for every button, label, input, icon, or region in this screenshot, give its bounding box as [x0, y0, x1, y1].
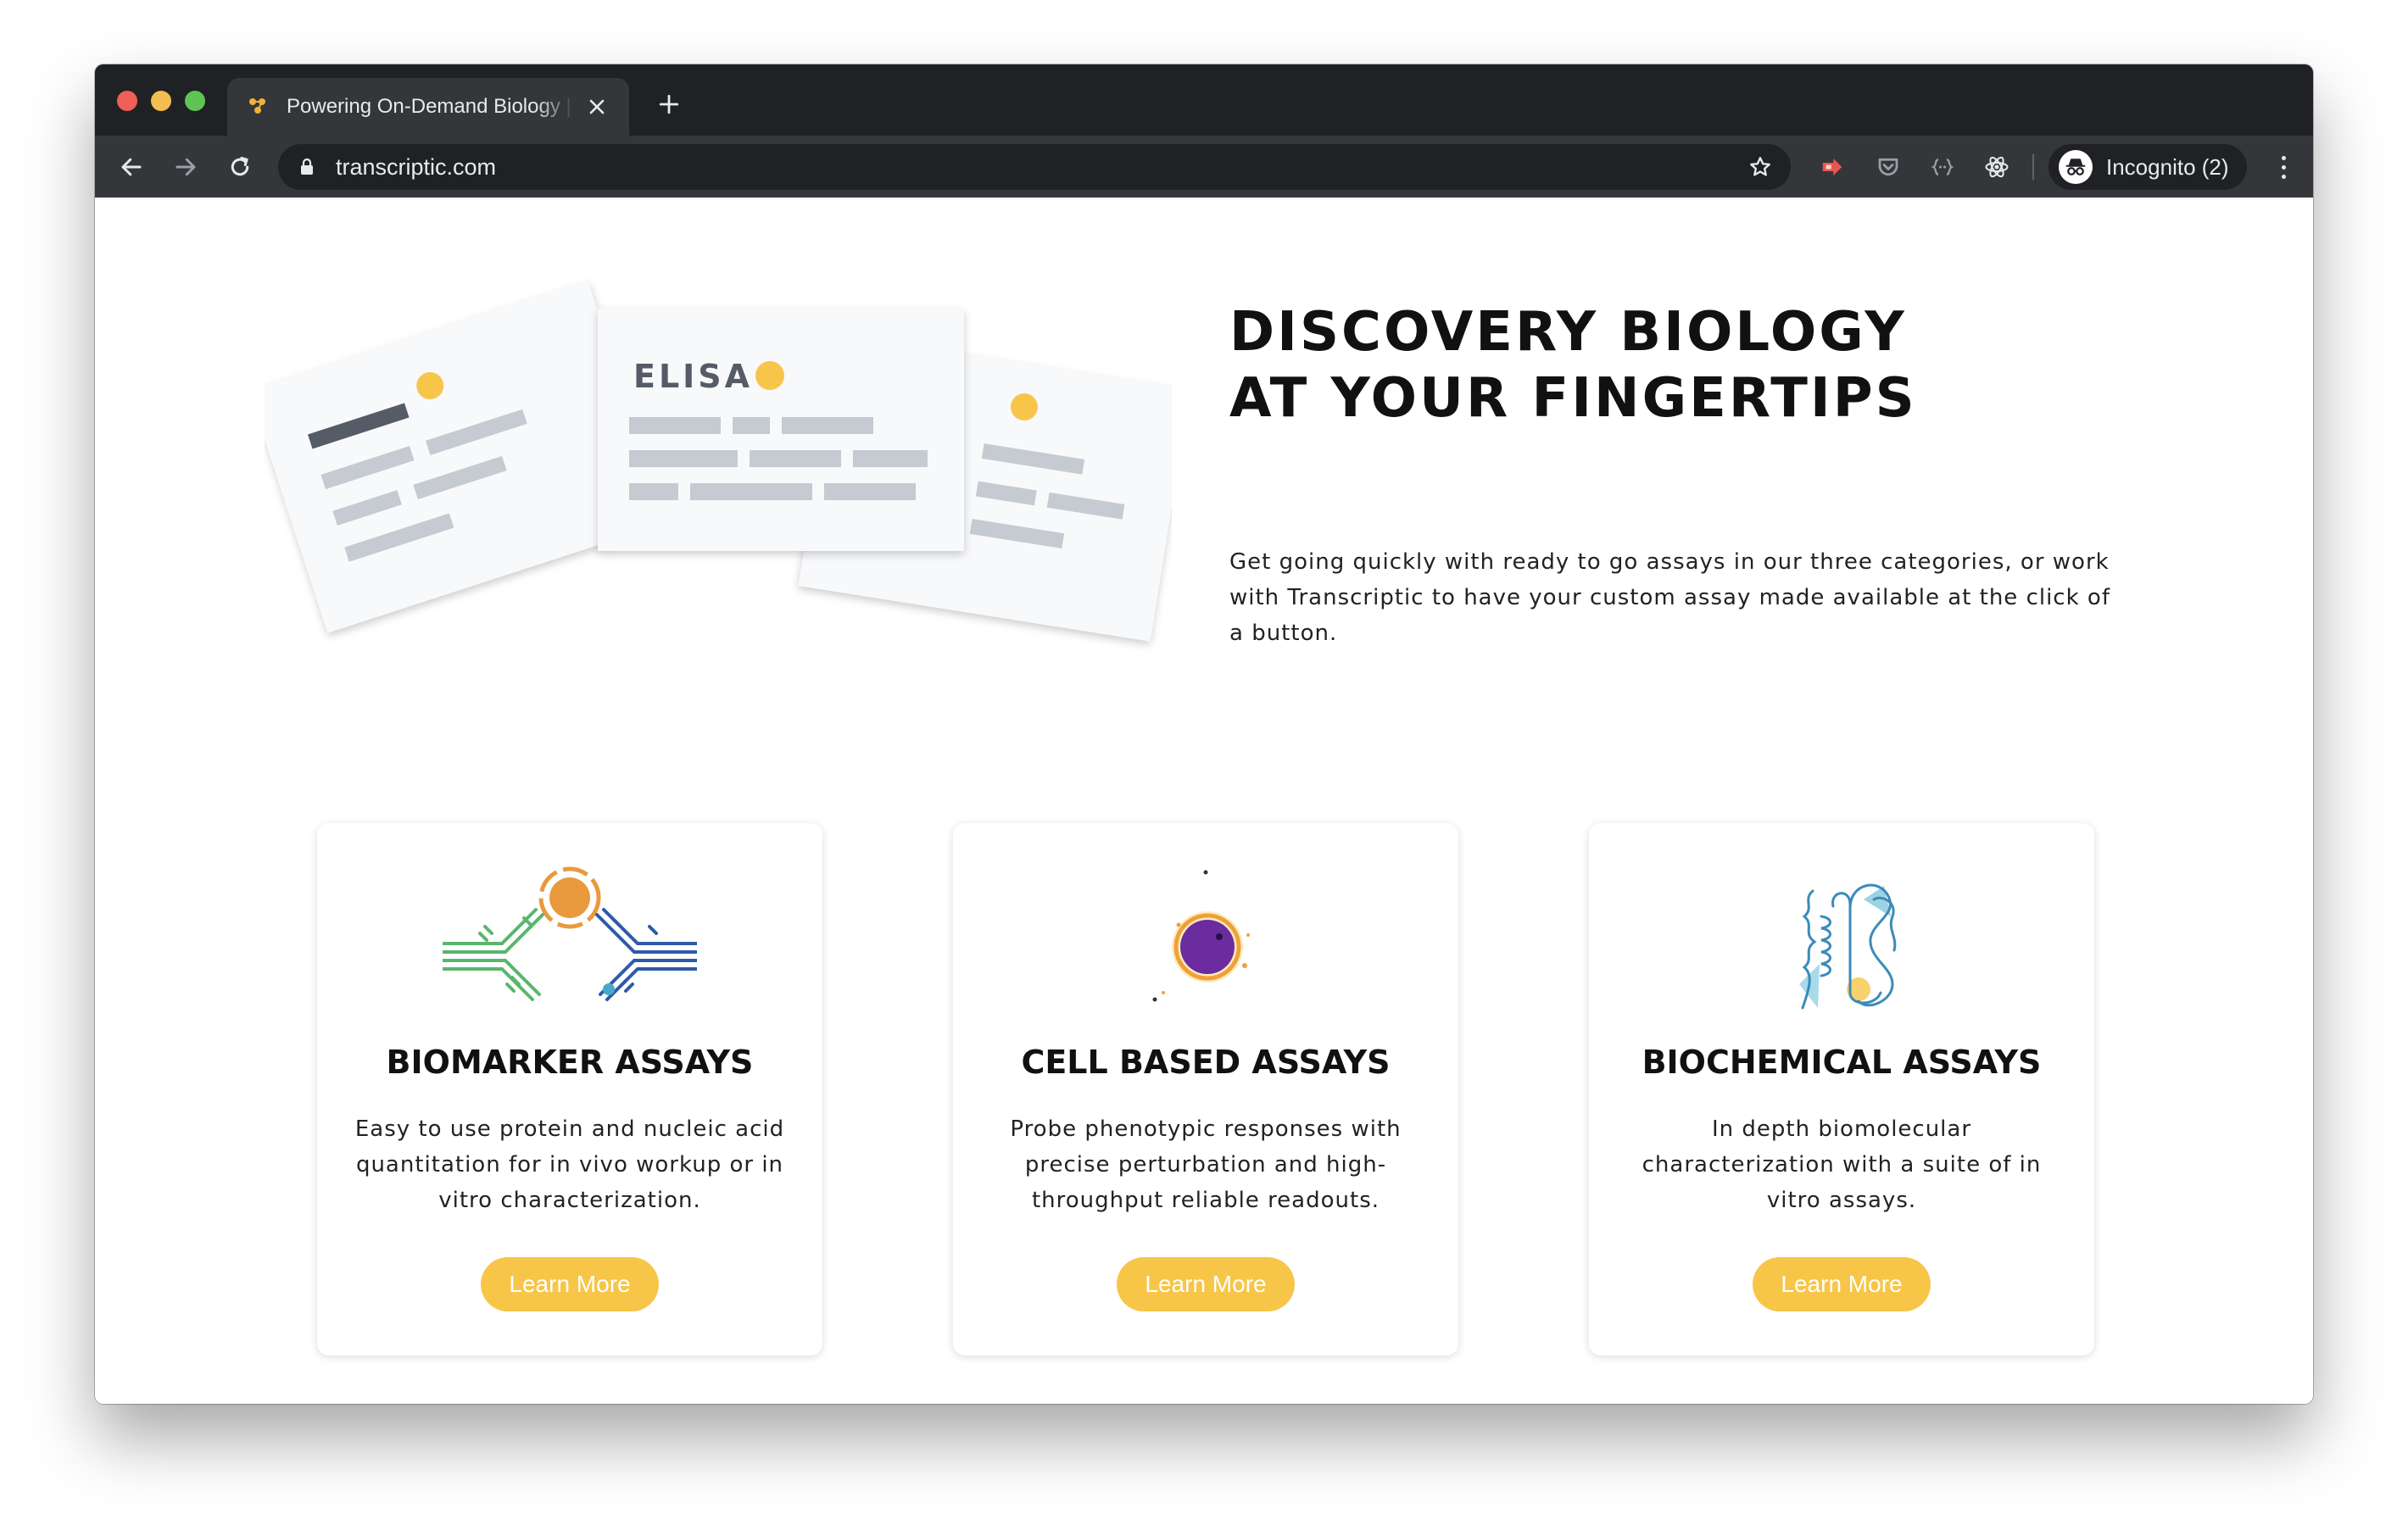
card-description: Probe phenotypic responses with precise …: [1010, 1116, 1402, 1213]
incognito-label: Incognito (2): [2106, 153, 2229, 180]
react-devtools-icon[interactable]: [1981, 151, 2013, 183]
card-description: Easy to use protein and nucleic acid qua…: [354, 1116, 785, 1213]
lock-icon: [297, 157, 317, 177]
card-title: BIOCHEMICAL ASSAYS: [1642, 1044, 2042, 1081]
cell-based-assays-card: CELL BASED ASSAYS Probe phenotypic respo…: [953, 823, 1458, 1356]
hero-title: DISCOVERY BIOLOGY AT YOUR FINGERTIPS: [1229, 301, 1917, 430]
incognito-icon: [2059, 150, 2093, 184]
tab-close-icon[interactable]: [585, 95, 609, 119]
tab-strip: Powering On-Demand Biology | Transcripti…: [95, 64, 2313, 136]
page-content: ELISA DISCOVERY BIOLOGY AT YOUR FINGERTI…: [95, 198, 2313, 1404]
biomarker-assays-card: BIOMARKER ASSAYS Easy to use protein and…: [317, 823, 822, 1356]
browser-tab[interactable]: Powering On-Demand Biology | Transcripti…: [227, 78, 629, 136]
close-window-button[interactable]: [117, 91, 137, 111]
card-title: BIOMARKER ASSAYS: [386, 1044, 754, 1081]
browser-menu-icon[interactable]: [2272, 149, 2294, 185]
card-description: In depth biomolecular characterization w…: [1642, 1116, 2042, 1213]
extension-red-arrow-icon[interactable]: [1816, 151, 1848, 183]
forward-arrow-icon[interactable]: [170, 151, 202, 183]
protein-icon: [1714, 866, 1969, 1018]
incognito-profile-button[interactable]: Incognito (2): [2048, 144, 2247, 190]
pocket-icon[interactable]: [1872, 151, 1904, 183]
tab-title: Powering On-Demand Biology | Transcripti…: [287, 95, 575, 118]
new-tab-plus-icon[interactable]: [655, 90, 683, 119]
browser-window: Powering On-Demand Biology | Transcripti…: [95, 64, 2313, 1404]
back-arrow-icon[interactable]: [115, 151, 148, 183]
learn-more-button[interactable]: Learn More: [1117, 1257, 1295, 1311]
cell-icon: [1079, 866, 1333, 1018]
biochemical-assays-card: BIOCHEMICAL ASSAYS In depth biomolecular…: [1589, 823, 2094, 1356]
card-title: CELL BASED ASSAYS: [1021, 1044, 1391, 1081]
json-viewer-icon[interactable]: [1926, 151, 1959, 183]
bookmark-star-icon[interactable]: [1748, 155, 1772, 179]
maximize-window-button[interactable]: [185, 91, 205, 111]
antibody-icon: [441, 866, 699, 1018]
url-text: transcriptic.com: [336, 153, 497, 180]
elisa-label: ELISA: [633, 358, 753, 395]
learn-more-button[interactable]: Learn More: [1753, 1257, 1931, 1311]
minimize-window-button[interactable]: [151, 91, 171, 111]
browser-toolbar: transcriptic.com Incognito (2): [95, 136, 2313, 198]
learn-more-button[interactable]: Learn More: [481, 1257, 659, 1311]
toolbar-divider: [2032, 154, 2034, 180]
transcriptic-favicon-icon: [248, 96, 270, 118]
browser-chrome: Powering On-Demand Biology | Transcripti…: [95, 64, 2313, 198]
hero-documents-illustration: ELISA: [248, 240, 1190, 681]
hero-description: Get going quickly with ready to go assay…: [1229, 549, 2110, 646]
address-bar[interactable]: transcriptic.com: [278, 144, 1791, 190]
reload-icon[interactable]: [224, 151, 256, 183]
